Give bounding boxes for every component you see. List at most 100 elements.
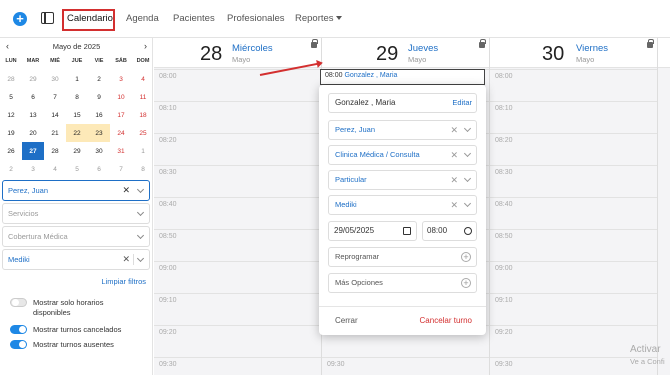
close-button[interactable]: Cerrar: [335, 316, 358, 325]
add-button[interactable]: +: [13, 12, 27, 26]
tab-calendario[interactable]: Calendario: [67, 0, 113, 38]
calendar-day[interactable]: 25: [132, 124, 154, 142]
clock-icon[interactable]: [464, 227, 472, 235]
calendar-day[interactable]: 1: [66, 70, 88, 88]
calendar-day[interactable]: 28: [0, 70, 22, 88]
time-slot[interactable]: 09:10: [490, 293, 657, 325]
clear-icon[interactable]: ✕: [450, 121, 458, 139]
calendar-day[interactable]: 4: [44, 160, 66, 178]
calendar-day[interactable]: 5: [66, 160, 88, 178]
popover-service-select[interactable]: Clinica Médica / Consulta ✕: [328, 145, 477, 165]
calendar-day[interactable]: 14: [44, 106, 66, 124]
tab-profesionales[interactable]: Profesionales: [227, 0, 285, 38]
time-slot[interactable]: 09:20: [154, 325, 321, 357]
calendar-day[interactable]: 30: [44, 70, 66, 88]
reprogram-row[interactable]: Reprogramar +: [328, 247, 477, 267]
calendar-day[interactable]: 2: [0, 160, 22, 178]
time-slot[interactable]: 08:30: [154, 165, 321, 197]
tab-pacientes[interactable]: Pacientes: [173, 0, 215, 38]
time-slot[interactable]: 08:50: [490, 229, 657, 261]
calendar-day[interactable]: 30: [88, 142, 110, 160]
time-slot[interactable]: 08:00: [154, 69, 321, 101]
coverage-plan-select[interactable]: Mediki ✕: [2, 249, 150, 270]
calendar-day[interactable]: 23: [88, 124, 110, 142]
calendar-day[interactable]: 16: [88, 106, 110, 124]
time-input[interactable]: 08:00: [422, 221, 477, 241]
day-column-28[interactable]: 28 Miércoles Mayo 08:00 08:10 08:20 08:30 08…: [154, 38, 322, 375]
calendar-day[interactable]: 13: [22, 106, 44, 124]
calendar-day[interactable]: 10: [110, 88, 132, 106]
tab-agenda[interactable]: Agenda: [126, 0, 159, 38]
calendar-day[interactable]: 3: [22, 160, 44, 178]
tab-reportes[interactable]: Reportes: [295, 0, 342, 38]
plus-icon[interactable]: +: [461, 252, 471, 262]
edit-link[interactable]: Editar: [452, 94, 472, 112]
calendar-day[interactable]: 8: [66, 88, 88, 106]
time-slot[interactable]: 09:30: [154, 357, 321, 375]
popover-coverage-select[interactable]: Mediki ✕: [328, 195, 477, 215]
time-slot[interactable]: 08:10: [490, 101, 657, 133]
calendar-day[interactable]: 6: [88, 160, 110, 178]
calendar-day[interactable]: 12: [0, 106, 22, 124]
calendar-day[interactable]: 1: [132, 142, 154, 160]
time-slot[interactable]: 09:10: [154, 293, 321, 325]
time-slot[interactable]: 08:00: [490, 69, 657, 101]
time-slot[interactable]: 08:30: [490, 165, 657, 197]
calendar-day[interactable]: 21: [44, 124, 66, 142]
coverage-select[interactable]: Cobertura Médica: [2, 226, 150, 247]
calendar-day[interactable]: 17: [110, 106, 132, 124]
time-slot[interactable]: 08:50: [154, 229, 321, 261]
time-slot[interactable]: 08:40: [154, 197, 321, 229]
clear-icon[interactable]: ✕: [450, 146, 458, 164]
calendar-day[interactable]: 15: [66, 106, 88, 124]
calendar-day[interactable]: 6: [22, 88, 44, 106]
time-slot[interactable]: 08:10: [154, 101, 321, 133]
calendar-day[interactable]: 24: [110, 124, 132, 142]
clear-icon[interactable]: ✕: [450, 171, 458, 189]
calendar-day[interactable]: 29: [66, 142, 88, 160]
time-slot[interactable]: 08:40: [490, 197, 657, 229]
time-slot[interactable]: 09:00: [490, 261, 657, 293]
date-input[interactable]: 29/05/2025: [328, 221, 417, 241]
time-slot[interactable]: 09:30: [322, 357, 489, 375]
calendar-day[interactable]: 11: [132, 88, 154, 106]
calendar-day[interactable]: 29: [22, 70, 44, 88]
calendar-day[interactable]: 7: [110, 160, 132, 178]
clear-icon[interactable]: ✕: [450, 196, 458, 214]
calendar-day[interactable]: 20: [22, 124, 44, 142]
calendar-day[interactable]: 5: [0, 88, 22, 106]
calendar-day[interactable]: 19: [0, 124, 22, 142]
calendar-day[interactable]: 28: [44, 142, 66, 160]
clear-icon[interactable]: ✕: [122, 250, 130, 269]
cancel-appointment-button[interactable]: Cancelar turno: [420, 316, 472, 325]
next-month-button[interactable]: ›: [144, 41, 147, 51]
calendar-day[interactable]: 31: [110, 142, 132, 160]
calendar-day[interactable]: 27: [22, 142, 44, 160]
professional-select[interactable]: Perez, Juan ✕: [2, 180, 150, 201]
calendar-day[interactable]: 2: [88, 70, 110, 88]
clear-icon[interactable]: ✕: [122, 181, 130, 200]
more-options-row[interactable]: Más Opciones +: [328, 273, 477, 293]
calendar-day[interactable]: 7: [44, 88, 66, 106]
popover-type-select[interactable]: Particular ✕: [328, 170, 477, 190]
popover-professional-select[interactable]: Perez, Juan ✕: [328, 120, 477, 140]
toggle-switch[interactable]: [10, 298, 27, 307]
clear-filters-link[interactable]: Limpiar filtros: [101, 277, 146, 286]
toggle-switch[interactable]: [10, 340, 27, 349]
calendar-icon[interactable]: [403, 227, 411, 235]
calendar-day[interactable]: 9: [88, 88, 110, 106]
time-slot[interactable]: 09:00: [154, 261, 321, 293]
calendar-day[interactable]: 3: [110, 70, 132, 88]
time-slot[interactable]: 08:20: [154, 133, 321, 165]
calendar-day[interactable]: 26: [0, 142, 22, 160]
calendar-day[interactable]: 22: [66, 124, 88, 142]
toggle-switch[interactable]: [10, 325, 27, 334]
day-column-30[interactable]: 30 Viernes Mayo 08:00 08:10 08:20 08:30 08:4…: [490, 38, 658, 375]
appointment-event[interactable]: 08:00 Gonzalez , Maria: [320, 69, 485, 85]
sidebar-toggle-icon[interactable]: [41, 12, 54, 24]
calendar-day[interactable]: 4: [132, 70, 154, 88]
time-slot[interactable]: 08:20: [490, 133, 657, 165]
plus-icon[interactable]: +: [461, 278, 471, 288]
calendar-day[interactable]: 8: [132, 160, 154, 178]
services-select[interactable]: Servicios: [2, 203, 150, 224]
